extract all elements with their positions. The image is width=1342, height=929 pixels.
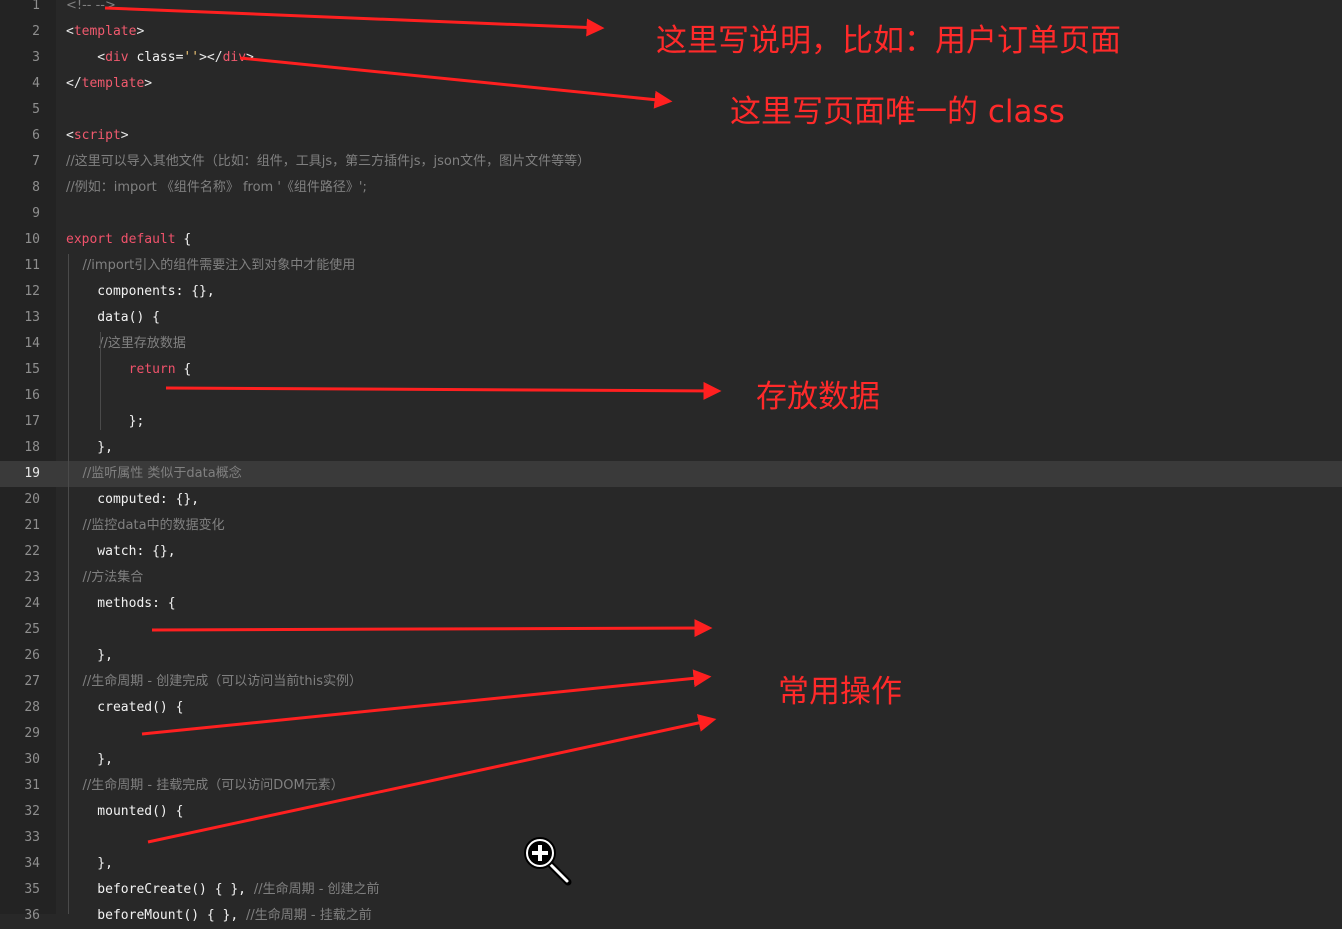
arrow-mounted (147, 714, 717, 844)
arrow-created (141, 669, 712, 736)
annotation-unique-class: 这里写页面唯一的 class (730, 94, 1065, 130)
annotation-page-description: 这里写说明，比如：用户订单页面 (656, 23, 1121, 59)
annotation-store-data: 存放数据 (756, 379, 880, 415)
arrow-description (104, 6, 605, 37)
zoom-in-magnifier-icon[interactable] (520, 834, 574, 888)
arrow-methods (151, 619, 713, 638)
arrow-data (165, 381, 722, 400)
annotation-arrows (104, 6, 722, 844)
arrow-class (239, 56, 673, 109)
annotation-common-ops: 常用操作 (778, 674, 902, 710)
